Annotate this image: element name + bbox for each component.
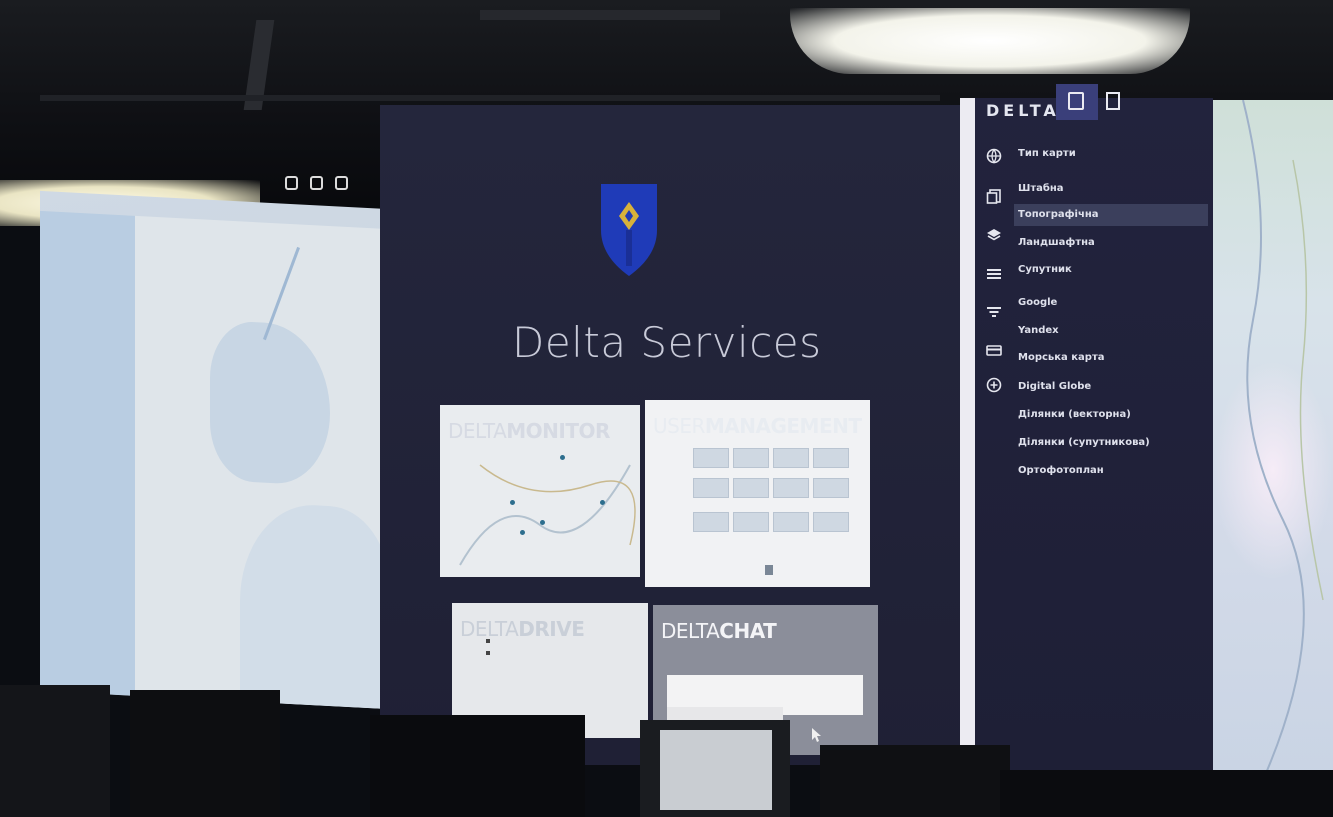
brand-logo: DELTA bbox=[986, 101, 1060, 120]
map-marker bbox=[600, 500, 605, 505]
desk-monitor bbox=[1000, 770, 1333, 817]
desk-monitor bbox=[130, 690, 280, 817]
map-water bbox=[240, 501, 388, 710]
list-icon[interactable] bbox=[986, 266, 1002, 282]
tile-title-prefix: DELTA bbox=[460, 617, 519, 641]
map-river-lines bbox=[1242, 100, 1324, 780]
print-icon[interactable] bbox=[285, 176, 298, 190]
user-card bbox=[693, 478, 729, 498]
add-circle-icon[interactable] bbox=[986, 377, 1002, 393]
page-title: Delta Services bbox=[512, 318, 822, 367]
left-map-screen bbox=[40, 190, 388, 710]
user-card bbox=[773, 448, 809, 468]
sidebar-item-suputnyk[interactable]: Супутник bbox=[1018, 259, 1072, 281]
layers-icon[interactable] bbox=[986, 227, 1002, 243]
ceiling-beam bbox=[40, 95, 940, 101]
tile-title: DELTACHAT bbox=[661, 619, 777, 643]
user-card bbox=[773, 478, 809, 498]
bookmark-icon[interactable] bbox=[335, 176, 348, 190]
globe-icon[interactable] bbox=[310, 176, 323, 190]
tile-title-prefix: DELTA bbox=[661, 619, 720, 643]
user-card bbox=[813, 478, 849, 498]
filter-icon[interactable] bbox=[986, 304, 1002, 320]
tile-title-suffix: MANAGEMENT bbox=[704, 414, 862, 438]
desk-monitor bbox=[0, 685, 110, 817]
globe-icon[interactable] bbox=[986, 148, 1002, 164]
sidebar-item-digital-globe[interactable]: Digital Globe bbox=[1018, 376, 1091, 398]
user-management-tile[interactable]: USERMANAGEMENT bbox=[645, 400, 870, 587]
map-icon[interactable] bbox=[1068, 92, 1084, 110]
sidebar-item-shtabna[interactable]: Штабна bbox=[1018, 178, 1064, 200]
user-card bbox=[733, 512, 769, 532]
desk-monitor-screen bbox=[660, 730, 772, 810]
list-bullet bbox=[486, 639, 490, 643]
sidebar-item-dilianky-vektorna[interactable]: Ділянки (векторна) bbox=[1018, 404, 1131, 426]
user-card bbox=[773, 512, 809, 532]
left-map-toolbar bbox=[285, 176, 348, 190]
desk-monitor bbox=[820, 745, 1010, 817]
monitor-map-preview bbox=[459, 464, 636, 566]
sidebar-item-landshaftna[interactable]: Ландшафтна bbox=[1018, 232, 1095, 254]
card-icon[interactable] bbox=[986, 342, 1002, 358]
sidebar-item-google[interactable]: Google bbox=[1018, 292, 1057, 314]
desk-monitor bbox=[640, 720, 790, 817]
sidebar-header-map-type: Тип карти bbox=[1018, 148, 1076, 159]
sidebar-item-morska-karta[interactable]: Морська карта bbox=[1018, 347, 1104, 369]
emblem-icon bbox=[601, 184, 657, 276]
document-icon[interactable] bbox=[1106, 92, 1120, 110]
user-card bbox=[693, 448, 729, 468]
layers-card-icon[interactable] bbox=[986, 188, 1002, 204]
map-marker bbox=[560, 455, 565, 460]
sidebar-edge bbox=[960, 98, 975, 770]
map-marker bbox=[540, 520, 545, 525]
sidebar-item-topografichna[interactable]: Топографічна bbox=[1014, 204, 1208, 226]
ceiling-beam bbox=[480, 10, 720, 20]
tile-title-suffix: CHAT bbox=[719, 619, 777, 643]
map-marker bbox=[510, 500, 515, 505]
sidebar-item-dilianky-suputnykova[interactable]: Ділянки (супутникова) bbox=[1018, 432, 1150, 454]
tile-title-suffix: DRIVE bbox=[518, 617, 585, 641]
sidebar-item-yandex[interactable]: Yandex bbox=[1018, 320, 1059, 342]
user-card bbox=[813, 448, 849, 468]
cursor-icon bbox=[812, 728, 821, 742]
ceiling-light bbox=[790, 8, 1190, 74]
tile-title-prefix: USER bbox=[653, 414, 705, 438]
desk-monitor bbox=[370, 715, 585, 817]
map-sea bbox=[40, 210, 135, 696]
list-bullet bbox=[486, 651, 490, 655]
user-card bbox=[813, 512, 849, 532]
right-map-screen bbox=[1213, 100, 1333, 780]
sidebar-item-ortofotoplan[interactable]: Ортофотоплан bbox=[1018, 460, 1104, 482]
tile-title: USERMANAGEMENT bbox=[653, 414, 862, 438]
user-card bbox=[733, 478, 769, 498]
map-marker bbox=[520, 530, 525, 535]
user-card bbox=[733, 448, 769, 468]
delta-monitor-tile[interactable]: DELTAMONITOR bbox=[440, 405, 640, 577]
tile-title: DELTADRIVE bbox=[460, 617, 585, 641]
user-card bbox=[693, 512, 729, 532]
pagination-indicator[interactable] bbox=[765, 565, 773, 575]
